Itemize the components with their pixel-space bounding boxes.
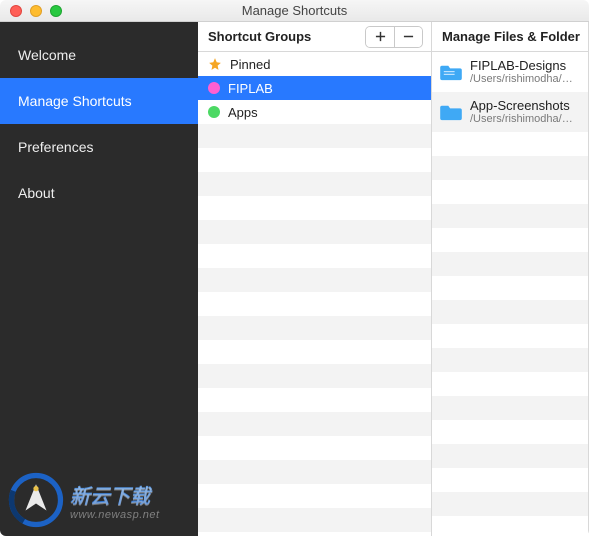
list-item: [432, 156, 588, 180]
list-item: [198, 316, 431, 340]
list-item: [432, 300, 588, 324]
list-item: [198, 244, 431, 268]
file-text: App-Screenshots /Users/rishimodha/Dropbo…: [470, 98, 580, 127]
group-label: FIPLAB: [228, 81, 273, 96]
list-item: [198, 484, 431, 508]
files-title: Manage Files & Folders: [442, 29, 580, 44]
files-pane: Manage Files & Folders FIPLAB-Designs /U…: [432, 22, 589, 536]
list-item: [432, 372, 588, 396]
sidebar-item-preferences[interactable]: Preferences: [0, 124, 198, 170]
list-item: [198, 340, 431, 364]
list-item: [198, 148, 431, 172]
groups-list: Pinned FIPLAB Apps: [198, 52, 431, 536]
list-item: [432, 252, 588, 276]
list-item: [432, 324, 588, 348]
window-title: Manage Shortcuts: [242, 3, 348, 18]
file-row[interactable]: FIPLAB-Designs /Users/rishimodha/Dropbox: [432, 52, 588, 92]
group-label: Pinned: [230, 57, 270, 72]
file-path: /Users/rishimodha/Dropbox: [470, 73, 580, 86]
file-row[interactable]: App-Screenshots /Users/rishimodha/Dropbo…: [432, 92, 588, 132]
app-window: Manage Shortcuts Welcome Manage Shortcut…: [0, 0, 589, 536]
list-item: [198, 172, 431, 196]
group-row[interactable]: Apps: [198, 100, 431, 124]
sidebar-item-label: Manage Shortcuts: [18, 93, 132, 109]
list-item: [198, 460, 431, 484]
list-item: [432, 276, 588, 300]
file-name: FIPLAB-Designs: [470, 58, 580, 74]
file-name: App-Screenshots: [470, 98, 580, 114]
groups-header: Shortcut Groups: [198, 22, 431, 52]
list-item: [432, 228, 588, 252]
minus-icon: [403, 31, 414, 42]
files-header: Manage Files & Folders: [432, 22, 588, 52]
dot-icon: [208, 82, 220, 94]
list-item: [432, 396, 588, 420]
list-item: [198, 436, 431, 460]
add-group-button[interactable]: [366, 27, 394, 47]
sidebar-item-welcome[interactable]: Welcome: [0, 32, 198, 78]
sidebar-item-about[interactable]: About: [0, 170, 198, 216]
list-item: [432, 516, 588, 536]
list-item: [198, 220, 431, 244]
list-item: [198, 292, 431, 316]
list-item: [432, 204, 588, 228]
sidebar: Welcome Manage Shortcuts Preferences Abo…: [0, 22, 198, 536]
list-item: [432, 420, 588, 444]
zoom-icon[interactable]: [50, 5, 62, 17]
group-row[interactable]: Pinned: [198, 52, 431, 76]
list-item: [198, 388, 431, 412]
folder-icon: [440, 63, 462, 81]
file-path: /Users/rishimodha/Dropbox: [470, 113, 580, 126]
window-controls: [10, 5, 62, 17]
groups-add-remove: [365, 26, 423, 48]
plus-icon: [375, 31, 386, 42]
group-label: Apps: [228, 105, 258, 120]
titlebar: Manage Shortcuts: [0, 0, 589, 22]
file-text: FIPLAB-Designs /Users/rishimodha/Dropbox: [470, 58, 580, 87]
list-item: [198, 364, 431, 388]
folder-icon: [440, 103, 462, 121]
group-row[interactable]: FIPLAB: [198, 76, 431, 100]
list-item: [432, 348, 588, 372]
minimize-icon[interactable]: [30, 5, 42, 17]
dot-icon: [208, 106, 220, 118]
groups-pane: Shortcut Groups Pinned FIPLAB: [198, 22, 432, 536]
list-item: [198, 268, 431, 292]
close-icon[interactable]: [10, 5, 22, 17]
list-item: [198, 196, 431, 220]
groups-title: Shortcut Groups: [208, 29, 359, 44]
list-item: [432, 444, 588, 468]
list-item: [432, 132, 588, 156]
list-item: [432, 468, 588, 492]
files-list: FIPLAB-Designs /Users/rishimodha/Dropbox…: [432, 52, 588, 536]
list-item: [432, 180, 588, 204]
remove-group-button[interactable]: [394, 27, 422, 47]
sidebar-item-label: Welcome: [18, 47, 76, 63]
list-item: [198, 412, 431, 436]
star-icon: [208, 57, 222, 71]
sidebar-item-manage-shortcuts[interactable]: Manage Shortcuts: [0, 78, 198, 124]
list-item: [432, 492, 588, 516]
window-body: Welcome Manage Shortcuts Preferences Abo…: [0, 22, 589, 536]
sidebar-item-label: Preferences: [18, 139, 93, 155]
list-item: [198, 508, 431, 532]
list-item: [198, 124, 431, 148]
sidebar-item-label: About: [18, 185, 55, 201]
